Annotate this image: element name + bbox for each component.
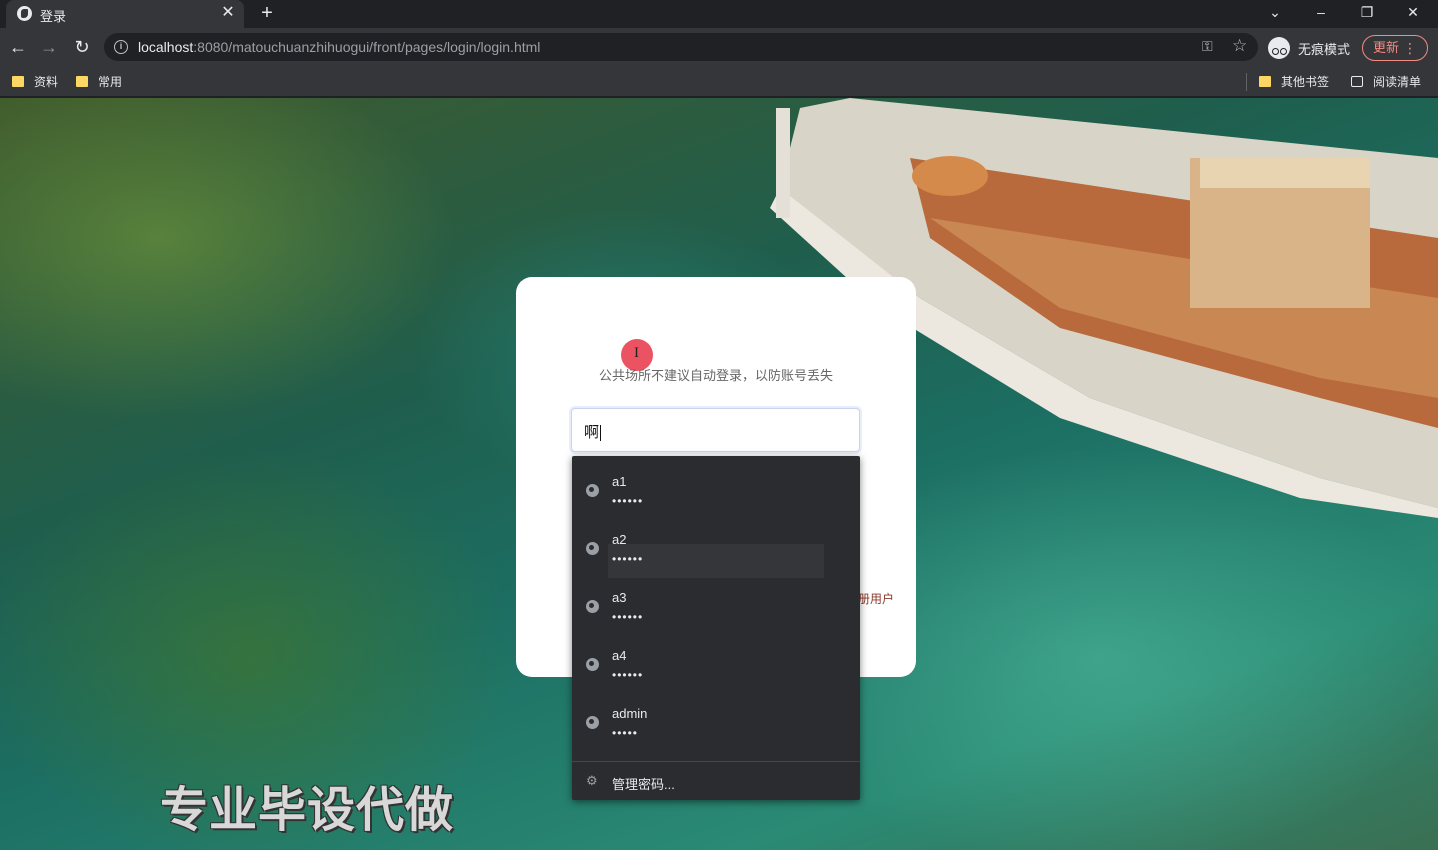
bookmarks-bar: 资料 常用 其他书签 阅读清单 (0, 66, 1438, 97)
key-icon (586, 484, 599, 497)
folder-icon (1259, 76, 1271, 87)
reload-button[interactable]: ↻ (71, 36, 93, 58)
autofill-username: a4 (612, 648, 627, 663)
autofill-password: ••••• (612, 726, 639, 740)
star-icon[interactable]: ☆ (1232, 37, 1250, 55)
username-value: 啊 (584, 424, 600, 441)
reading-list-icon (1351, 76, 1363, 87)
manage-passwords-button[interactable]: ⚙ 管理密码... (572, 762, 860, 800)
username-input[interactable]: 啊 (571, 408, 860, 452)
new-tab-button[interactable]: + (256, 2, 278, 24)
autofill-item-a2[interactable]: a2 •••••• (572, 522, 860, 578)
tab-search-icon[interactable]: ⌄ (1264, 2, 1286, 22)
tab-strip: 登录 ✕ + ⌄ – ❐ ✕ (0, 0, 1438, 28)
divider (1246, 73, 1247, 91)
folder-icon (12, 76, 24, 87)
incognito-icon (1268, 37, 1290, 59)
bookmark-label: 资料 (34, 75, 59, 89)
minimize-button[interactable]: – (1310, 2, 1332, 22)
reading-list-button[interactable]: 阅读清单 (1351, 73, 1421, 90)
autofill-item-a4[interactable]: a4 •••••• (572, 638, 860, 694)
bookmark-folder-ziliao[interactable]: 资料 (12, 73, 58, 90)
folder-icon (76, 76, 88, 87)
bookmark-label: 其他书签 (1281, 75, 1330, 89)
forward-button[interactable]: → (38, 36, 60, 58)
autofill-item-a3[interactable]: a3 •••••• (572, 580, 860, 636)
restore-button[interactable]: ❐ (1356, 2, 1378, 22)
tab-title: 登录 (40, 9, 67, 24)
bookmark-folder-other[interactable]: 其他书签 (1259, 73, 1329, 90)
key-icon[interactable]: ⚿ (1202, 38, 1218, 54)
autofill-username: a2 (612, 532, 627, 547)
address-bar[interactable]: i localhost:8080/matouchuanzhihuogui/fro… (104, 33, 1258, 61)
close-window-button[interactable]: ✕ (1402, 2, 1424, 22)
key-icon (586, 542, 599, 555)
globe-icon (17, 6, 32, 21)
key-icon (586, 600, 599, 613)
tab-close-button[interactable]: ✕ (219, 4, 237, 22)
key-icon (586, 658, 599, 671)
autofill-password: •••••• (612, 610, 644, 624)
browser-toolbar: ← → ↻ i localhost:8080/matouchuanzhihuog… (0, 28, 1438, 66)
text-caret (600, 425, 602, 442)
gear-icon: ⚙ (586, 773, 598, 788)
info-icon[interactable]: i (114, 40, 128, 54)
register-link[interactable]: 册用户 (858, 590, 894, 607)
autofill-item-a1[interactable]: a1 •••••• (572, 464, 860, 520)
incognito-label: 无痕模式 (1298, 41, 1351, 57)
autofill-item-admin[interactable]: admin ••••• (572, 696, 860, 752)
key-icon (586, 716, 599, 729)
autofill-username: admin (612, 706, 648, 721)
manage-passwords-label: 管理密码... (612, 777, 675, 792)
autofill-password: •••••• (612, 552, 644, 566)
watermark-text: 专业毕设代做 (160, 784, 455, 837)
bookmark-label: 常用 (98, 75, 123, 89)
login-hint: 公共场所不建议自动登录，以防账号丢失 (598, 368, 833, 383)
url-text[interactable]: localhost:8080/matouchuanzhihuogui/front… (138, 39, 540, 55)
cursor-highlight (621, 339, 653, 371)
update-label: 更新 (1373, 40, 1400, 55)
more-icon: ⋮ (1403, 40, 1417, 56)
bookmark-folder-changyong[interactable]: 常用 (76, 73, 122, 90)
autofill-password: •••••• (612, 494, 644, 508)
password-autofill-dropdown: a1 •••••• a2 •••••• a3 •••••• a4 •••••• … (572, 456, 860, 800)
back-button[interactable]: ← (7, 36, 29, 58)
autofill-username: a1 (612, 474, 627, 489)
autofill-password: •••••• (612, 668, 644, 682)
autofill-username: a3 (612, 590, 627, 605)
browser-tab[interactable]: 登录 ✕ (6, 0, 244, 28)
bookmark-label: 阅读清单 (1373, 75, 1422, 89)
update-button[interactable]: 更新 ⋮ (1362, 35, 1428, 61)
incognito-indicator[interactable]: 无痕模式 (1268, 37, 1350, 59)
